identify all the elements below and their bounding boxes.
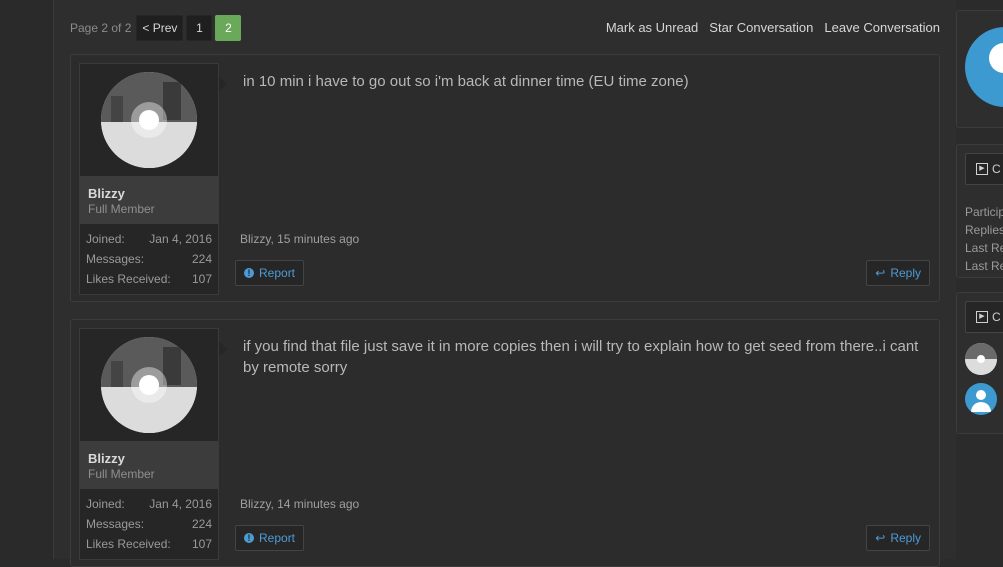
user-title: Full Member xyxy=(88,467,155,481)
sidebar: ▶ C Particip Replies Last Re Last Re ▶ C xyxy=(956,0,1003,559)
participant-photo-icon xyxy=(965,343,997,375)
conversation-info-title: C xyxy=(992,162,1001,176)
avatar-image-icon xyxy=(101,337,197,433)
stat-value: Jan 4, 2016 xyxy=(149,497,212,511)
message-post: Blizzy Full Member Joined: Jan 4, 2016 Me… xyxy=(70,319,940,567)
stat-value: 107 xyxy=(191,537,212,551)
user-avatar[interactable] xyxy=(101,337,197,433)
report-label: Report xyxy=(259,266,296,280)
reply-arrow-icon: ↩ xyxy=(875,266,886,280)
stat-label: Messages: xyxy=(86,517,145,531)
stat-value[interactable]: 224 xyxy=(192,249,212,269)
participant-avatar[interactable] xyxy=(965,383,997,415)
collapse-toggle-icon: ▶ xyxy=(976,311,988,323)
stat-label: Likes Received: xyxy=(86,537,171,551)
default-user-body-icon xyxy=(971,402,991,412)
user-info-block: Blizzy Full Member Joined: Jan 4, 2016 Me… xyxy=(79,63,227,295)
message-post: Blizzy Full Member Joined: Jan 4, 2016 Me… xyxy=(70,54,940,302)
avatar-image-icon xyxy=(101,72,197,168)
default-user-icon xyxy=(989,43,1003,73)
conversation-info-header[interactable]: ▶ C xyxy=(965,153,1003,185)
stat-label: Likes Received: xyxy=(86,272,171,286)
user-name-box: Blizzy Full Member xyxy=(80,176,218,224)
user-info-block: Blizzy Full Member Joined: Jan 4, 2016 Me… xyxy=(79,328,227,560)
reply-button[interactable]: ↩ Reply xyxy=(866,525,930,551)
report-button[interactable]: ! Report xyxy=(235,525,305,551)
collapse-toggle-icon: ▶ xyxy=(976,163,988,175)
stat-value: 107 xyxy=(191,272,212,286)
report-icon: ! xyxy=(244,268,254,278)
info-participants: Particip xyxy=(965,205,1003,219)
participant-avatar[interactable] xyxy=(965,343,997,375)
info-last-reply-date: Last Re xyxy=(965,241,1003,255)
page-1-button[interactable]: 1 xyxy=(186,15,213,41)
report-label: Report xyxy=(259,531,296,545)
info-last-reply-from: Last Re xyxy=(965,259,1003,273)
stat-likes: Likes Received: 107 xyxy=(86,534,212,554)
page-label: Page 2 of 2 xyxy=(70,21,132,35)
conversation-info-list: Particip Replies Last Re Last Re xyxy=(965,203,1003,275)
stat-joined: Joined: Jan 4, 2016 xyxy=(86,494,212,514)
report-icon: ! xyxy=(244,533,254,543)
conversation-actions: Mark as Unread Star Conversation Leave C… xyxy=(606,20,940,35)
user-stats: Joined: Jan 4, 2016 Messages: 224 Likes Re… xyxy=(86,229,212,289)
info-replies: Replies xyxy=(965,223,1003,237)
star-conversation-link[interactable]: Star Conversation xyxy=(709,20,813,35)
participants-box: ▶ C xyxy=(956,292,1003,434)
reply-label: Reply xyxy=(890,266,921,280)
author-name[interactable]: Blizzy xyxy=(88,186,125,201)
sidebar-profile-box xyxy=(956,10,1003,128)
report-button[interactable]: ! Report xyxy=(235,260,305,286)
stat-label: Messages: xyxy=(86,252,145,266)
reply-label: Reply xyxy=(890,531,921,545)
stat-messages: Messages: 224 xyxy=(86,514,212,534)
default-user-icon xyxy=(976,390,986,400)
user-name-box: Blizzy Full Member xyxy=(80,441,218,489)
pagination: Page 2 of 2 < Prev 1 2 xyxy=(70,15,242,41)
message-text: in 10 min i have to go out so i'm back a… xyxy=(243,73,689,90)
stat-joined: Joined: Jan 4, 2016 xyxy=(86,229,212,249)
leave-conversation-link[interactable]: Leave Conversation xyxy=(824,20,940,35)
author-name[interactable]: Blizzy xyxy=(88,451,125,466)
reply-arrow-icon: ↩ xyxy=(875,531,886,545)
stat-likes: Likes Received: 107 xyxy=(86,269,212,289)
post-meta[interactable]: Blizzy, 15 minutes ago xyxy=(240,232,359,246)
stat-label: Joined: xyxy=(86,232,125,246)
reply-button[interactable]: ↩ Reply xyxy=(866,260,930,286)
prev-page-button[interactable]: < Prev xyxy=(136,15,184,41)
user-avatar[interactable] xyxy=(101,72,197,168)
message-text: if you find that file just save it in mo… xyxy=(243,338,919,376)
stat-value[interactable]: 224 xyxy=(192,514,212,534)
participants-header[interactable]: ▶ C xyxy=(965,301,1003,333)
stat-messages: Messages: 224 xyxy=(86,249,212,269)
conversation-main: Page 2 of 2 < Prev 1 2 Mark as Unread St… xyxy=(54,0,958,567)
page-2-button[interactable]: 2 xyxy=(215,15,242,41)
sidebar-avatar[interactable] xyxy=(965,27,1003,107)
user-title: Full Member xyxy=(88,202,155,216)
participants-title: C xyxy=(992,310,1001,324)
user-stats: Joined: Jan 4, 2016 Messages: 224 Likes Re… xyxy=(86,494,212,554)
stat-label: Joined: xyxy=(86,497,125,511)
stat-value: Jan 4, 2016 xyxy=(149,232,212,246)
conversation-info-box: ▶ C Particip Replies Last Re Last Re xyxy=(956,144,1003,278)
mark-unread-link[interactable]: Mark as Unread xyxy=(606,20,698,35)
post-meta[interactable]: Blizzy, 14 minutes ago xyxy=(240,497,359,511)
left-gutter xyxy=(0,0,54,559)
